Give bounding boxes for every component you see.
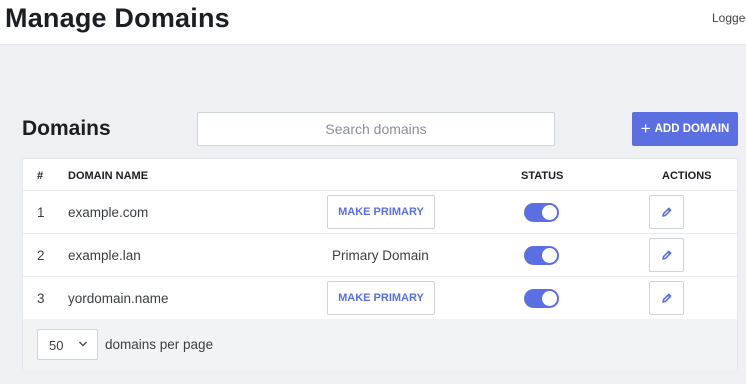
table-footer: 50 domains per page	[23, 319, 737, 370]
edit-button[interactable]	[649, 281, 684, 315]
page-title: Manage Domains	[5, 3, 230, 33]
domain-name: example.com	[68, 205, 149, 220]
row-number: 3	[37, 291, 45, 306]
status-toggle[interactable]	[524, 289, 559, 308]
status-toggle[interactable]	[524, 246, 559, 265]
make-primary-button[interactable]: MAKE PRIMARY	[327, 195, 435, 229]
plus-icon: +	[640, 118, 651, 138]
domain-name: yordomain.name	[68, 291, 169, 306]
toggle-knob	[542, 291, 557, 306]
pencil-icon	[661, 250, 671, 260]
per-page-select[interactable]: 50	[37, 329, 98, 360]
table-header: # DOMAIN NAME STATUS ACTIONS	[23, 159, 737, 191]
add-domain-label: ADD DOMAIN	[654, 123, 730, 135]
logged-in-user: Logged	[712, 11, 746, 25]
status-toggle[interactable]	[524, 203, 559, 222]
column-header-status: STATUS	[521, 170, 564, 182]
top-bar: Manage Domains Logged	[0, 0, 746, 45]
domain-name: example.lan	[68, 248, 141, 263]
add-domain-button[interactable]: + ADD DOMAIN	[632, 112, 738, 146]
primary-domain-label: Primary Domain	[332, 248, 429, 263]
toggle-knob	[542, 205, 557, 220]
row-number: 1	[37, 205, 45, 220]
column-header-domain-name: DOMAIN NAME	[68, 170, 149, 182]
table-row: 1 example.com MAKE PRIMARY	[23, 191, 737, 234]
make-primary-button[interactable]: MAKE PRIMARY	[327, 281, 435, 315]
domains-table: # DOMAIN NAME STATUS ACTIONS 1 example.c…	[22, 158, 738, 370]
table-row: 3 yordomain.name MAKE PRIMARY	[23, 277, 737, 320]
per-page-value: 50	[49, 338, 64, 353]
toggle-knob	[542, 248, 557, 263]
chevron-down-icon	[78, 341, 88, 347]
search-input[interactable]	[197, 112, 555, 146]
column-header-num: #	[37, 170, 44, 182]
domains-section-title: Domains	[22, 117, 111, 140]
edit-button[interactable]	[649, 238, 684, 272]
edit-button[interactable]	[649, 195, 684, 229]
table-row: 2 example.lan Primary Domain	[23, 234, 737, 277]
pencil-icon	[661, 207, 671, 217]
row-number: 2	[37, 248, 45, 263]
pencil-icon	[661, 293, 671, 303]
column-header-actions: ACTIONS	[662, 170, 712, 182]
per-page-label: domains per page	[105, 337, 214, 352]
